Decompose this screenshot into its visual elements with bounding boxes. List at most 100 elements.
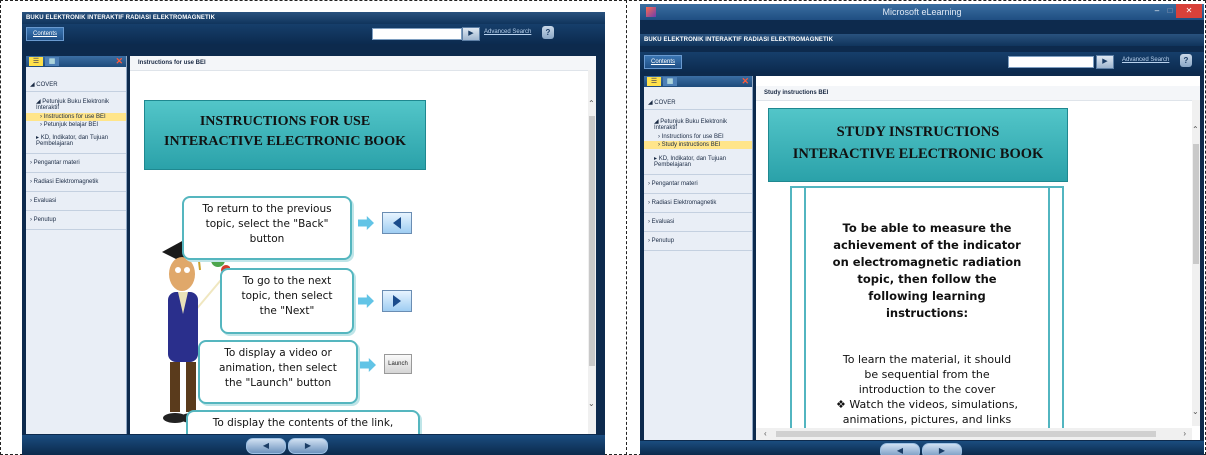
bubble-text: To display a video or (224, 347, 332, 359)
help-button[interactable]: ? (1180, 54, 1192, 67)
bubble-text: To return to the previous (202, 203, 332, 215)
nav-item-cover[interactable]: ◢ COVER (644, 96, 752, 110)
close-icon[interactable]: ✕ (1176, 4, 1202, 18)
scroll-thumb[interactable] (1193, 144, 1199, 264)
bubble-text: the "Launch" button (224, 377, 332, 389)
nav-label: Study instructions BEI (661, 142, 721, 148)
search-input[interactable] (372, 28, 462, 40)
app-title: BUKU ELEKTRONIK INTERAKTIF RADIASI ELEKT… (640, 34, 1204, 46)
search-go-button[interactable]: ▶ (462, 27, 480, 41)
nav-item-kd[interactable]: ▸ KD, Indikator, dan Tujuan Pembelajaran (26, 132, 126, 154)
nav-item-radiasi[interactable]: › Radiasi Elektromagnetik (26, 173, 126, 192)
tab-contents-icon[interactable]: ☰ (29, 57, 43, 66)
horizontal-scrollbar[interactable]: ‹ › (756, 428, 1192, 440)
bottom-nav-bar: ◀ ▶ (22, 435, 605, 455)
h-scroll-thumb[interactable] (776, 431, 1156, 437)
arrow-right-icon (360, 358, 376, 372)
nav-tree: ◢ COVER ◢ Petunjuk Buku Elektronik Inter… (26, 78, 126, 230)
instruction-bubble-next: To go to the next topic, then select the… (220, 268, 354, 334)
nav-item-petunjuk-belajar[interactable]: › Petunjuk belajar BEI (26, 121, 126, 129)
page-title: Instructions for use BEI (130, 56, 596, 71)
help-button[interactable]: ? (542, 26, 554, 39)
nav-item-instructions[interactable]: › Instructions for use BEI (644, 133, 752, 141)
bubble-text: topic, select the "Back" (205, 218, 329, 230)
heading-line: To be able to measure the (842, 221, 1012, 235)
nav-label: Petunjuk Buku Elektronik Interaktif (654, 119, 727, 131)
nav-item-cover[interactable]: ◢ COVER (26, 78, 126, 92)
scroll-left-icon[interactable]: ‹ (764, 430, 767, 438)
tab-thumbnails-icon[interactable]: ▦ (45, 57, 59, 66)
scroll-right-icon[interactable]: › (1183, 430, 1186, 438)
toolbar: Contents ▶ Advanced Search ? (640, 52, 1204, 72)
maximize-icon[interactable]: □ (1164, 4, 1176, 18)
advanced-search-link[interactable]: Advanced Search (484, 29, 531, 35)
next-button-icon (382, 290, 412, 312)
nav-item-kd[interactable]: ▸ KD, Indikator, dan Tujuan Pembelajaran (644, 153, 752, 175)
arrow-right-icon (358, 294, 374, 308)
banner-line-2: INTERACTIVE ELECTRONIC BOOK (792, 146, 1044, 162)
window-titlebar: Microsoft eLearning – □ ✕ (640, 4, 1204, 20)
vertical-scrollbar[interactable]: ⌃ ⌄ (1192, 100, 1200, 426)
sidebar-header: ☰ ▦ ✕ (26, 56, 126, 67)
bubble-text: To display the contents of the link, (212, 417, 394, 429)
back-button[interactable]: ◀ (880, 443, 920, 455)
nav-item-instructions[interactable]: › Instructions for use BEI (26, 113, 126, 121)
contents-button[interactable]: Contents (644, 55, 683, 69)
nav-label: KD, Indikator, dan Tujuan Pembelajaran (36, 135, 109, 147)
next-button[interactable]: ▶ (288, 438, 328, 454)
instruction-panel: To be able to measure the achievement of… (790, 186, 1064, 440)
scroll-up-icon[interactable]: ⌃ (588, 100, 595, 108)
advanced-search-link[interactable]: Advanced Search (1122, 57, 1169, 63)
search-go-button[interactable]: ▶ (1096, 55, 1114, 69)
app-title: BUKU ELEKTRONIK INTERAKTIF RADIASI ELEKT… (22, 12, 605, 24)
scroll-up-icon[interactable]: ⌃ (1192, 126, 1199, 134)
nav-item-penutup[interactable]: › Penutup (644, 232, 752, 251)
bubble-text: To go to the next (242, 275, 332, 287)
search-input[interactable] (1008, 56, 1094, 68)
heading-line: topic, then follow the (857, 272, 997, 286)
nav-tree: ◢ COVER ◢ Petunjuk Buku Elektronik Inter… (644, 96, 752, 251)
banner-line-1: STUDY INSTRUCTIONS (836, 124, 1000, 140)
panel-inner-rule (804, 188, 806, 440)
tab-contents-icon[interactable]: ☰ (647, 77, 661, 86)
content-pane: Instructions for use BEI INSTRUCTIONS FO… (130, 56, 596, 434)
minimize-icon[interactable]: – (1150, 4, 1164, 18)
back-button-icon (382, 212, 412, 234)
heading-line: achievement of the indicator (833, 238, 1021, 252)
sidebar: ☰ ▦ ✕ ◢ COVER ◢ Petunjuk Buku Elektronik… (644, 76, 753, 440)
sidebar: ☰ ▦ ✕ ◢ COVER ◢ Petunjuk Buku Elektronik… (26, 56, 127, 434)
nav-label: Instructions for use BEI (43, 114, 106, 120)
nav-label: KD, Indikator, dan Tujuan Pembelajaran (654, 156, 727, 168)
nav-label: COVER (36, 82, 58, 88)
nav-item-evaluasi[interactable]: › Evaluasi (644, 213, 752, 232)
contents-button[interactable]: Contents (26, 27, 65, 41)
nav-item-pengantar[interactable]: › Pengantar materi (644, 175, 752, 194)
nav-label: Pengantar materi (651, 181, 698, 187)
next-button[interactable]: ▶ (922, 443, 962, 455)
nav-label: Penutup (651, 238, 675, 244)
scroll-down-icon[interactable]: ⌄ (588, 400, 595, 408)
nav-label: Penutup (33, 217, 57, 223)
close-sidebar-icon[interactable]: ✕ (741, 76, 749, 87)
nav-item-radiasi[interactable]: › Radiasi Elektromagnetik (644, 194, 752, 213)
nav-item-petunjuk[interactable]: ◢ Petunjuk Buku Elektronik Interaktif (26, 96, 126, 113)
arrow-right-icon (358, 216, 374, 230)
launch-button-image: Launch (384, 354, 412, 374)
scroll-thumb[interactable] (589, 116, 595, 366)
banner-line-1: INSTRUCTIONS FOR USE (199, 114, 371, 129)
back-button[interactable]: ◀ (246, 438, 286, 454)
vertical-scrollbar[interactable]: ⌃ ⌄ (588, 70, 596, 434)
nav-item-penutup[interactable]: › Penutup (26, 211, 126, 230)
toolbar: Contents ▶ Advanced Search ? (22, 24, 605, 44)
instruction-bubble-link: To display the contents of the link, (186, 410, 420, 434)
close-sidebar-icon[interactable]: ✕ (115, 56, 123, 67)
nav-item-evaluasi[interactable]: › Evaluasi (26, 192, 126, 211)
nav-item-study-instructions[interactable]: › Study instructions BEI (644, 141, 752, 149)
nav-item-pengantar[interactable]: › Pengantar materi (26, 154, 126, 173)
bubble-text: the "Next" (259, 305, 315, 317)
instruction-bubble-back: To return to the previous topic, select … (182, 196, 352, 260)
scroll-down-icon[interactable]: ⌄ (1192, 408, 1199, 416)
tab-thumbnails-icon[interactable]: ▦ (663, 77, 677, 86)
nav-item-petunjuk[interactable]: ◢ Petunjuk Buku Elektronik Interaktif (644, 116, 752, 133)
heading-line: instructions: (885, 306, 969, 320)
